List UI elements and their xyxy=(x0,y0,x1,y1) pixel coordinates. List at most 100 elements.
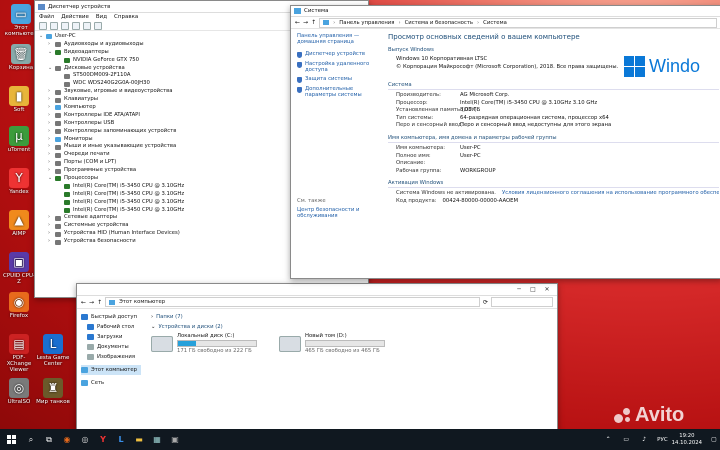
tray-chevron-icon[interactable]: ⌃ xyxy=(599,429,617,450)
forward-arrow-icon[interactable]: → xyxy=(303,19,308,26)
nav-pane-item[interactable]: Рабочий стол xyxy=(81,322,141,332)
start-button[interactable] xyxy=(0,429,22,450)
system-breadcrumb[interactable]: › Панель управления › Система и безопасност… xyxy=(319,17,717,28)
desktop-icon[interactable]: ▣ CPUID CPU-Z xyxy=(2,252,36,285)
properties-icon[interactable] xyxy=(61,21,69,30)
minimize-icon[interactable]: ─ xyxy=(512,286,526,293)
see-also-link[interactable]: Центр безопасности и обслуживания xyxy=(297,207,373,219)
up-arrow-icon[interactable]: ↑ xyxy=(311,19,316,26)
chevron-right-icon[interactable]: › xyxy=(48,41,55,49)
yandex-browser-taskbar-icon[interactable]: ◎ xyxy=(76,429,94,450)
nav-pane-item[interactable]: Документы xyxy=(81,342,141,352)
chevron-down-icon[interactable]: ⌄ xyxy=(48,65,55,73)
chevron-down-icon[interactable]: ⌄ xyxy=(39,33,46,41)
help-icon[interactable] xyxy=(72,21,80,30)
chevron-right-icon[interactable]: › xyxy=(48,222,55,230)
menu-item[interactable]: Файл xyxy=(39,14,54,20)
explorer-search-input[interactable] xyxy=(491,297,553,307)
nav-pane-item[interactable]: Сеть xyxy=(81,378,141,388)
explorer-titlebar[interactable]: ─ □ ✕ xyxy=(77,284,557,296)
explorer-address-input[interactable]: Этот компьютер xyxy=(105,297,480,307)
chevron-right-icon[interactable]: › xyxy=(48,112,55,120)
chevron-right-icon[interactable]: › xyxy=(48,151,55,159)
desktop-icon[interactable]: µ uTorrent xyxy=(2,126,36,153)
maximize-icon[interactable]: □ xyxy=(526,286,540,293)
control-panel-taskbar-icon[interactable]: ▦ xyxy=(148,429,166,450)
chevron-right-icon[interactable]: › xyxy=(48,120,55,128)
nav-pane-item[interactable]: Этот компьютер xyxy=(81,365,141,375)
forward-arrow-icon[interactable]: → xyxy=(89,299,94,306)
up-arrow-icon[interactable]: ↑ xyxy=(97,299,102,306)
menu-item[interactable]: Действие xyxy=(61,14,89,20)
chevron-right-icon[interactable]: › xyxy=(48,167,55,175)
desktop-icon-label: Корзина xyxy=(8,65,34,71)
system-left-link[interactable]: Дополнительные параметры системы xyxy=(297,86,373,98)
desktop-icon[interactable]: ◉ Firefox xyxy=(2,292,36,319)
yandex-taskbar-icon[interactable]: Y xyxy=(94,429,112,450)
desktop-icon[interactable]: 🗑 Корзина xyxy=(4,44,38,71)
chevron-right-icon[interactable]: › xyxy=(48,143,55,151)
nav-pane-item[interactable]: Загрузки xyxy=(81,332,141,342)
monitor-icon[interactable] xyxy=(94,21,102,30)
search-icon[interactable]: ⌕ xyxy=(22,429,40,450)
lesta-taskbar-icon[interactable]: L xyxy=(112,429,130,450)
system-titlebar[interactable]: Система xyxy=(291,6,720,17)
breadcrumb-item[interactable]: Система и безопасность xyxy=(405,20,473,26)
back-arrow-icon[interactable]: ← xyxy=(295,19,300,26)
nav-pane-item[interactable]: Быстрый доступ xyxy=(81,312,141,322)
chevron-right-icon[interactable]: › xyxy=(48,104,55,112)
chevron-right-icon[interactable]: › xyxy=(48,230,55,238)
desktop-icon[interactable]: ▭ Этот компьютер xyxy=(4,4,38,37)
notifications-icon[interactable]: ▢ xyxy=(708,429,720,450)
chevron-right-icon[interactable]: › xyxy=(48,88,55,96)
back-icon[interactable] xyxy=(39,21,47,30)
chevron-down-icon[interactable]: ⌄ xyxy=(48,175,55,183)
network-icon[interactable]: ▭ xyxy=(617,429,635,450)
device-manager-taskbar-icon[interactable]: ▣ xyxy=(166,429,184,450)
chevron-right-icon[interactable]: › xyxy=(48,96,55,104)
desktop-icon[interactable]: Y Yandex xyxy=(2,168,36,195)
system-left-link[interactable]: Защита системы xyxy=(297,76,373,83)
drive-tile[interactable]: Новый том (D:) 465 ГБ свободно из 465 ГБ xyxy=(279,333,385,354)
firefox-taskbar-icon[interactable]: ◉ xyxy=(58,429,76,450)
scan-icon[interactable] xyxy=(83,21,91,30)
chevron-right-icon[interactable]: › xyxy=(48,128,55,136)
explorer-taskbar-icon[interactable]: ▬ xyxy=(130,429,148,450)
desktop-icon[interactable]: ♜ Мир танков xyxy=(36,378,70,405)
drive-tile[interactable]: Локальный диск (C:) 171 ГБ свободно из 22… xyxy=(151,333,257,354)
chevron-down-icon[interactable]: ⌄ xyxy=(48,49,55,57)
nav-pane-item[interactable]: Изображения xyxy=(81,352,141,362)
chevron-right-icon[interactable]: › xyxy=(48,136,55,144)
menu-item[interactable]: Вид xyxy=(96,14,107,20)
chevron-right-icon[interactable]: › xyxy=(48,214,55,222)
system-left-link[interactable]: Настройка удаленного доступа xyxy=(297,61,373,73)
forward-icon[interactable] xyxy=(50,21,58,30)
breadcrumb-item[interactable]: Система xyxy=(483,20,507,26)
task-view-icon[interactable]: ⧉ xyxy=(40,429,58,450)
menu-item[interactable]: Справка xyxy=(114,14,138,20)
volume-icon[interactable]: ♪ xyxy=(635,429,653,450)
device-tree-label: Intel(R) Core(TM) i5-3450 CPU @ 3.10GHz xyxy=(73,198,185,205)
drives-group-header[interactable]: ⌄ Устройства и диски (2) xyxy=(151,322,551,332)
close-icon[interactable]: ✕ xyxy=(540,286,554,293)
chevron-right-icon[interactable]: › xyxy=(48,159,55,167)
folder-icon xyxy=(81,314,88,320)
desktop-icon[interactable]: L Lesta Game Center xyxy=(36,334,70,367)
language-indicator[interactable]: РУС xyxy=(657,437,668,443)
desktop-icon[interactable]: ◎ UltraISO xyxy=(2,378,36,405)
device-icon xyxy=(55,231,61,237)
breadcrumb-item[interactable]: Панель управления xyxy=(339,20,394,26)
chevron-right-icon[interactable]: › xyxy=(48,238,55,246)
back-arrow-icon[interactable]: ← xyxy=(81,299,86,306)
control-panel-home-link[interactable]: Панель управления — домашняя страница xyxy=(297,33,373,45)
system-left-link[interactable]: Диспетчер устройств xyxy=(297,51,373,58)
clock[interactable]: 19:20 14.10.2024 xyxy=(672,433,702,446)
folders-group-header[interactable]: › Папки (7) xyxy=(151,312,551,322)
desktop-icon-label: Мир танков xyxy=(36,399,70,405)
desktop-icon[interactable]: ▤ PDF-XChange Viewer xyxy=(2,334,36,373)
license-terms-link[interactable]: Условия лицензионного соглашения на испо… xyxy=(502,190,719,198)
desktop-icon[interactable]: ▲ AIMP xyxy=(2,210,36,237)
desktop-icon[interactable]: ▮ Soft xyxy=(2,86,36,113)
system-left-pane: Панель управления — домашняя страница Ди… xyxy=(291,29,379,278)
refresh-icon[interactable]: ⟳ xyxy=(483,299,488,306)
